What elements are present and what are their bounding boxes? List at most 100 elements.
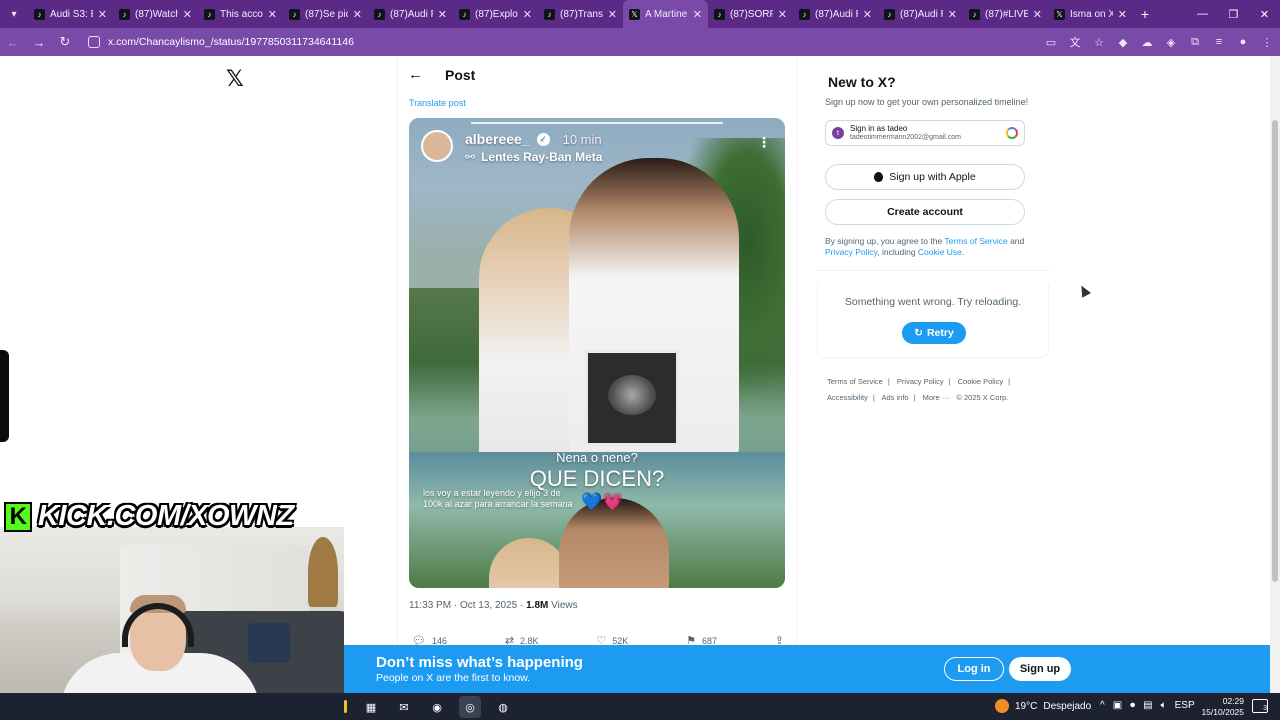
cast-icon[interactable]: ▭ bbox=[1044, 36, 1058, 49]
outlook-icon[interactable]: ✉ bbox=[393, 696, 415, 718]
forward-button[interactable]: → bbox=[32, 35, 46, 50]
terms-and: and bbox=[1007, 236, 1025, 246]
close-tab-icon[interactable]: ✕ bbox=[1118, 8, 1127, 21]
browser-tab[interactable]: ♪ (87)Se pic ✕ bbox=[283, 0, 368, 28]
site-info-icon[interactable] bbox=[88, 36, 100, 48]
extension-shield-icon[interactable]: ◈ bbox=[1164, 36, 1178, 49]
extensions-puzzle-icon[interactable]: ⧉ bbox=[1188, 36, 1202, 49]
google-title: Sign in as tadeo bbox=[850, 124, 908, 133]
footer-copyright: © 2025 X Corp. bbox=[956, 393, 1009, 402]
minimize-button[interactable]: — bbox=[1187, 8, 1218, 21]
privacy-policy-link[interactable]: Privacy Policy bbox=[825, 247, 877, 257]
post-timestamp[interactable]: 11:33 PM · Oct 13, 2025 · bbox=[409, 600, 526, 611]
footer-terms-link[interactable]: Terms of Service bbox=[827, 377, 883, 386]
extension-cloud-icon[interactable]: ☁ bbox=[1140, 36, 1154, 49]
reload-button[interactable]: ↻ bbox=[58, 34, 72, 50]
close-tab-icon[interactable]: ✕ bbox=[523, 8, 532, 21]
footer-privacy-link[interactable]: Privacy Policy bbox=[897, 377, 944, 386]
close-tab-icon[interactable]: ✕ bbox=[183, 8, 192, 21]
translate-post-link[interactable]: Translate post bbox=[409, 98, 466, 108]
close-tab-icon[interactable]: ✕ bbox=[98, 8, 107, 21]
footer-cookie-link[interactable]: Cookie Policy bbox=[958, 377, 1003, 386]
footer-accessibility-link[interactable]: Accessibility bbox=[827, 393, 868, 402]
menu-dots-icon[interactable]: ⋮ bbox=[1260, 36, 1274, 49]
apple-signup-button[interactable]: Sign up with Apple bbox=[825, 164, 1025, 190]
close-tab-icon[interactable]: ✕ bbox=[863, 8, 872, 21]
address-bar[interactable]: x.com/Chancaylismo_/status/1977850311734… bbox=[84, 31, 994, 53]
language-indicator[interactable]: ESP bbox=[1175, 700, 1195, 711]
close-tab-icon[interactable]: ✕ bbox=[268, 8, 277, 21]
tab-search-button[interactable]: ▾ bbox=[0, 0, 28, 28]
start-store-icon[interactable]: ▦ bbox=[360, 696, 382, 718]
translate-icon[interactable]: 文 bbox=[1068, 34, 1082, 50]
retry-button[interactable]: ↻ Retry bbox=[902, 322, 966, 344]
close-tab-icon[interactable]: ✕ bbox=[608, 8, 617, 21]
back-arrow-icon[interactable]: ← bbox=[408, 66, 423, 83]
back-button[interactable]: ← bbox=[6, 35, 20, 50]
cookie-use-link[interactable]: Cookie Use bbox=[918, 247, 962, 257]
taskbar-clock[interactable]: 02:29 15/10/2025 bbox=[1200, 696, 1244, 718]
browser-tab[interactable]: ♪ (87)SORP ✕ bbox=[708, 0, 793, 28]
browser-tab[interactable]: ♪ (87)Transf ✕ bbox=[538, 0, 623, 28]
footer-ads-link[interactable]: Ads info bbox=[881, 393, 908, 402]
new-tab-button[interactable]: + bbox=[1133, 6, 1157, 22]
post-media-image[interactable]: albereee_ ✓ 10 min ⚯ Lentes Ray-Ban Meta… bbox=[409, 118, 785, 588]
browser-toolbar: ← → ↻ x.com/Chancaylismo_/status/1977850… bbox=[0, 28, 1280, 56]
browser-tab[interactable]: ♪ (87)Explor ✕ bbox=[453, 0, 538, 28]
close-tab-icon[interactable]: ✕ bbox=[438, 8, 447, 21]
close-window-button[interactable]: ✕ bbox=[1249, 8, 1280, 21]
browser-tab[interactable]: ♪ This accou ✕ bbox=[198, 0, 283, 28]
url-text: x.com/Chancaylismo_/status/1977850311734… bbox=[108, 36, 354, 48]
close-tab-icon[interactable]: ✕ bbox=[778, 8, 787, 21]
google-signin-button[interactable]: t Sign in as tadeo tadeotimmermann2002@g… bbox=[825, 120, 1025, 146]
browser-tab[interactable]: ♪ (87)Audi R ✕ bbox=[878, 0, 963, 28]
scrollbar-thumb[interactable] bbox=[1272, 120, 1278, 582]
footer-sep: | bbox=[887, 377, 890, 386]
extension-fox-icon[interactable]: ◆ bbox=[1116, 36, 1130, 49]
google-account-avatar: t bbox=[832, 127, 844, 139]
media-glasses-text: Lentes Ray-Ban Meta bbox=[481, 150, 603, 164]
discord-icon[interactable]: ◉ bbox=[426, 696, 448, 718]
kick-url-text: KICK.COM/XOWNZ bbox=[38, 500, 294, 532]
browser-tab[interactable]: ♪ (87)Audi R ✕ bbox=[368, 0, 453, 28]
close-tab-icon[interactable]: ✕ bbox=[353, 8, 362, 21]
microphone-icon[interactable]: ⏺ bbox=[1130, 700, 1135, 711]
close-tab-icon[interactable]: ✕ bbox=[693, 8, 702, 21]
browser-tab[interactable]: ♪ (87)Watch ✕ bbox=[113, 0, 198, 28]
tray-chevron-icon[interactable]: ^ bbox=[1100, 700, 1105, 711]
browser-tab[interactable]: ♪ (87)#LIVE ✕ bbox=[963, 0, 1048, 28]
terms-of-service-link[interactable]: Terms of Service bbox=[944, 236, 1007, 246]
x-logo-icon[interactable]: 𝕏 bbox=[226, 66, 244, 92]
network-icon[interactable]: ▤ bbox=[1143, 700, 1152, 711]
webcam-pillow bbox=[248, 623, 290, 663]
browser-tab[interactable]: 𝕏 A Martine ✕ bbox=[623, 0, 708, 28]
tab-title: A Martine bbox=[645, 8, 688, 20]
signup-button[interactable]: Sign up bbox=[1009, 657, 1071, 681]
main-column: ← Post Translate post albereee_ ✓ 10 min… bbox=[397, 56, 797, 693]
chevron-down-icon: ▾ bbox=[11, 8, 17, 20]
volume-icon[interactable]: 🔈︎ bbox=[1161, 700, 1167, 711]
bookmark-star-icon[interactable]: ☆ bbox=[1092, 36, 1106, 49]
browser-tab[interactable]: 𝕏 Isma on X ✕ bbox=[1048, 0, 1133, 28]
footer-more-link[interactable]: More ··· bbox=[923, 393, 950, 402]
tiktok-icon: ♪ bbox=[799, 8, 810, 20]
obs-icon[interactable]: ◍ bbox=[492, 696, 514, 718]
notification-center-icon[interactable]: 3 bbox=[1252, 699, 1268, 713]
restore-button[interactable]: ❐ bbox=[1218, 8, 1249, 21]
weather-widget[interactable]: 19°C Despejado bbox=[995, 699, 1091, 713]
profile-avatar-icon[interactable]: ● bbox=[1236, 36, 1250, 48]
create-account-button[interactable]: Create account bbox=[825, 199, 1025, 225]
tray-app-icon[interactable]: ▣ bbox=[1113, 700, 1122, 711]
media-username: albereee_ ✓ 10 min bbox=[465, 131, 602, 147]
sidebar-divider bbox=[817, 270, 1049, 271]
chrome-icon[interactable]: ◎ bbox=[459, 696, 481, 718]
close-tab-icon[interactable]: ✕ bbox=[948, 8, 957, 21]
browser-tab[interactable]: ♪ Audi S3: El ✕ bbox=[28, 0, 113, 28]
footer-sep: | bbox=[1008, 377, 1011, 386]
close-tab-icon[interactable]: ✕ bbox=[1033, 8, 1042, 21]
browser-tab[interactable]: ♪ (87)Audi R ✕ bbox=[793, 0, 878, 28]
media-control-icon[interactable]: ≡ bbox=[1212, 36, 1226, 48]
page-scrollbar[interactable] bbox=[1270, 56, 1280, 693]
footer-sep: | bbox=[913, 393, 916, 402]
login-button[interactable]: Log in bbox=[944, 657, 1004, 681]
